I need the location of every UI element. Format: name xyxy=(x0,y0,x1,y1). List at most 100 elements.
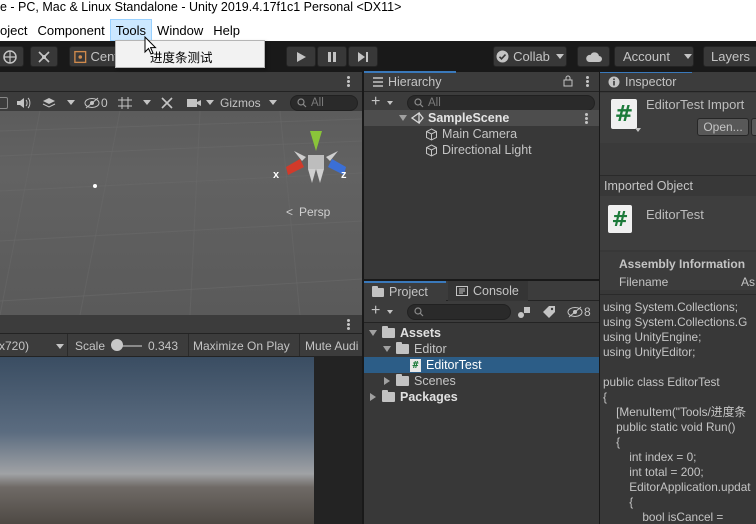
account-dropdown[interactable]: Account xyxy=(614,46,694,67)
search-by-label-icon[interactable] xyxy=(542,305,556,319)
menu-help[interactable]: Help xyxy=(208,19,245,41)
menu-bar: oject Component Tools Window Help xyxy=(0,19,756,41)
expand-arrow-icon[interactable] xyxy=(399,115,407,121)
panel-divider[interactable] xyxy=(362,72,364,524)
code-line: public static void Run() xyxy=(603,420,736,434)
persp-chevron-icon[interactable]: < xyxy=(286,205,293,219)
code-line: using UnityEngine; xyxy=(603,330,702,344)
maximize-on-play-toggle[interactable]: Maximize On Play xyxy=(193,339,290,353)
camera-icon[interactable] xyxy=(186,97,202,109)
tree-label: Editor xyxy=(414,342,447,356)
projection-mode-label[interactable]: Persp xyxy=(299,205,330,219)
unity-scene-icon xyxy=(411,112,424,124)
project-tree-packages[interactable]: Packages xyxy=(370,389,458,405)
scene-search-input[interactable]: All xyxy=(290,95,358,111)
collapse-arrow-icon[interactable] xyxy=(384,377,390,385)
audio-toggle-icon[interactable] xyxy=(16,97,32,109)
code-line: { xyxy=(603,390,607,404)
panel-divider[interactable] xyxy=(599,72,600,524)
game-tab-bar xyxy=(0,315,362,334)
hierarchy-item-directional-light[interactable]: Directional Light xyxy=(425,142,532,158)
gizmos-caret-icon[interactable] xyxy=(269,100,277,105)
collapse-arrow-icon[interactable] xyxy=(370,393,376,401)
gameobject-cube-icon xyxy=(426,143,437,157)
expand-arrow-icon[interactable] xyxy=(369,330,377,336)
scene-panel-menu-icon[interactable] xyxy=(347,76,350,87)
code-line: EditorApplication.updat xyxy=(603,480,751,494)
grid-toggle-icon[interactable] xyxy=(117,96,133,110)
hierarchy-item-main-camera[interactable]: Main Camera xyxy=(425,126,517,142)
tab-console[interactable]: Console xyxy=(448,281,528,301)
scene-row-menu-icon[interactable] xyxy=(585,112,588,124)
create-caret-icon[interactable] xyxy=(387,101,393,105)
transform-tool-button[interactable] xyxy=(30,46,58,67)
scene-orientation-gizmo-icon[interactable] xyxy=(276,129,356,191)
pivot-center-toggle[interactable]: Cent xyxy=(69,46,119,67)
project-tree-scenes[interactable]: Scenes xyxy=(384,373,456,389)
play-button[interactable] xyxy=(286,46,316,67)
project-tree-editor[interactable]: Editor xyxy=(383,341,447,357)
icon-dropdown-caret-icon[interactable] xyxy=(635,128,641,132)
scene-object-point[interactable] xyxy=(93,184,97,188)
hierarchy-search-input[interactable]: All xyxy=(407,95,595,111)
rect-tool-icon xyxy=(3,49,17,64)
assembly-information-section: Assembly Information Filename As xyxy=(600,252,756,290)
toolbar-divider xyxy=(188,334,189,356)
create-plus-icon[interactable]: + xyxy=(371,93,380,111)
shading-mode-button[interactable] xyxy=(0,97,8,109)
hierarchy-scene-row[interactable]: SampleScene xyxy=(364,110,599,126)
effects-toggle-icon[interactable] xyxy=(41,96,57,110)
folder-icon xyxy=(396,374,409,386)
menu-window[interactable]: Window xyxy=(152,19,208,41)
collab-dropdown[interactable]: Collab xyxy=(493,46,567,67)
layers-dropdown[interactable]: Layers xyxy=(703,46,756,67)
hidden-packages-icon[interactable] xyxy=(567,306,583,318)
effects-caret-icon[interactable] xyxy=(67,100,75,105)
cloud-button[interactable] xyxy=(577,46,610,67)
game-resolution-dropdown[interactable]: x720) xyxy=(0,339,29,353)
gizmos-dropdown[interactable]: Gizmos xyxy=(220,96,261,110)
project-tree-editortest-selected[interactable]: # EditorTest xyxy=(364,357,599,373)
tree-label: Scenes xyxy=(414,374,456,388)
mouse-cursor-icon xyxy=(144,36,157,55)
item-label: Main Camera xyxy=(442,127,518,141)
search-by-type-icon[interactable] xyxy=(517,305,531,319)
hierarchy-panel: Hierarchy + All SampleScene Main Camera … xyxy=(364,71,599,279)
create-caret-icon[interactable] xyxy=(387,310,393,314)
tab-hierarchy[interactable]: Hierarchy xyxy=(364,71,456,91)
lock-icon[interactable] xyxy=(563,75,573,87)
settings-button[interactable] xyxy=(751,118,756,136)
scene-visibility-icon[interactable] xyxy=(84,97,100,109)
menu-item-progress-test[interactable]: 进度条测试 xyxy=(150,47,213,66)
menu-project[interactable]: oject xyxy=(0,19,32,41)
open-button[interactable]: Open... xyxy=(697,118,749,136)
scale-slider-thumb[interactable] xyxy=(110,339,123,351)
tree-label: EditorTest xyxy=(426,358,482,372)
scene-viewport[interactable]: x z < Persp xyxy=(0,111,362,315)
tools-toggle-icon[interactable] xyxy=(159,96,175,110)
hierarchy-tab-label: Hierarchy xyxy=(388,75,442,89)
csharp-script-large-icon: # xyxy=(611,99,637,129)
resolution-caret-icon[interactable] xyxy=(56,344,64,349)
project-tab-label: Project xyxy=(389,285,428,299)
game-panel-menu-icon[interactable] xyxy=(347,319,350,330)
step-button[interactable] xyxy=(348,46,378,67)
pause-button[interactable] xyxy=(317,46,347,67)
tab-project[interactable]: Project xyxy=(364,281,446,301)
grid-caret-icon[interactable] xyxy=(143,100,151,105)
search-icon xyxy=(414,307,424,317)
expand-arrow-icon[interactable] xyxy=(383,346,391,352)
tab-inspector[interactable]: Inspector xyxy=(600,72,692,91)
project-search-input[interactable] xyxy=(407,304,511,320)
rect-tool-button[interactable] xyxy=(0,46,24,67)
project-tree-assets[interactable]: Assets xyxy=(369,325,441,341)
camera-caret-icon[interactable] xyxy=(206,100,214,105)
hierarchy-menu-icon[interactable] xyxy=(586,76,589,87)
game-toolbar: x720) Scale 0.343 Maximize On Play Mute … xyxy=(0,334,362,357)
filename-value: As xyxy=(741,275,756,289)
create-plus-icon[interactable]: + xyxy=(371,302,380,320)
game-viewport[interactable] xyxy=(0,357,314,524)
mute-audio-toggle[interactable]: Mute Audi xyxy=(305,339,358,353)
console-tab-label: Console xyxy=(473,284,519,298)
menu-component[interactable]: Component xyxy=(32,19,109,41)
